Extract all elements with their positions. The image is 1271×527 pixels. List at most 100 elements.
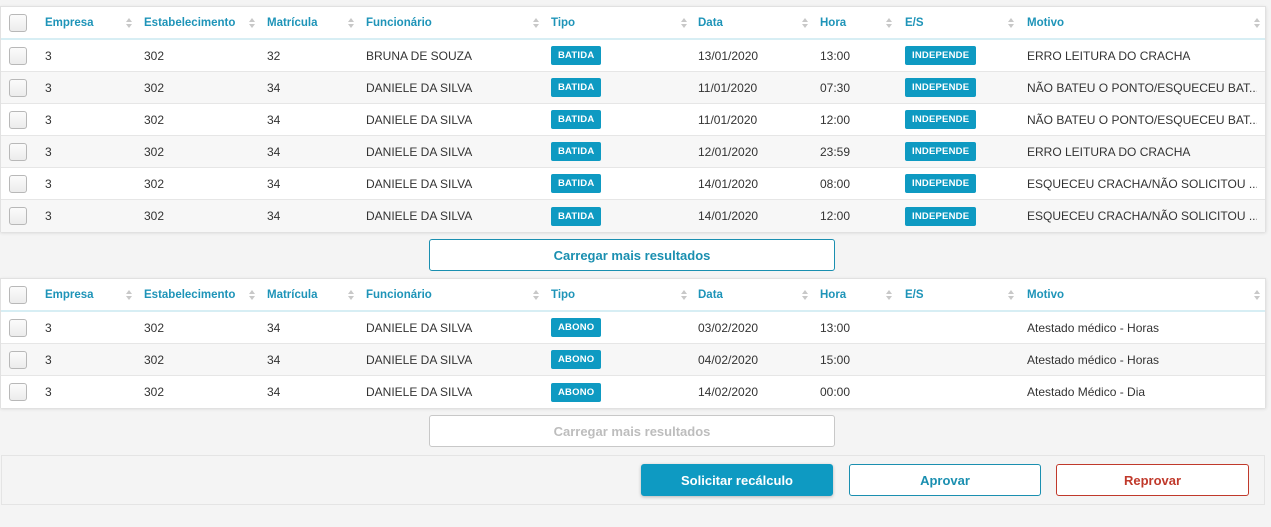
cell-matricula: 34 bbox=[267, 385, 281, 399]
sort-arrows-icon[interactable] bbox=[1252, 279, 1262, 310]
cell-es bbox=[905, 344, 1005, 375]
column-header-estabelecimento[interactable]: Estabelecimento bbox=[144, 7, 244, 38]
cell-hora: 00:00 bbox=[820, 385, 851, 399]
action-bar: Solicitar recálculo Aprovar Reprovar bbox=[1, 455, 1265, 505]
es-badge: INDEPENDE bbox=[905, 174, 977, 193]
cell-data: 03/02/2020 bbox=[698, 320, 759, 335]
table-row[interactable]: 3 302 32 BRUNA DE SOUZA BATIDA 13/01/2020 13:0… bbox=[1, 40, 1265, 72]
column-header-empresa[interactable]: Empresa bbox=[45, 7, 115, 38]
cell-empresa: 3 bbox=[45, 320, 52, 335]
cell-es: INDEPENDE bbox=[905, 40, 1005, 71]
sort-arrows-icon[interactable] bbox=[884, 279, 894, 310]
requests-table-batida: Empresa Estabelecimento Matrícula Funcionár… bbox=[0, 6, 1266, 232]
cell-funcionario: DANIELE DA SILVA bbox=[366, 352, 473, 367]
cell-tipo: BATIDA bbox=[551, 40, 671, 71]
cell-matricula: 34 bbox=[267, 352, 281, 367]
cell-motivo: ERRO LEITURA DO CRACHA bbox=[1027, 48, 1191, 63]
cell-motivo: Atestado médico - Horas bbox=[1027, 320, 1160, 335]
cell-tipo: ABONO bbox=[551, 376, 671, 408]
row-checkbox[interactable] bbox=[9, 174, 27, 193]
table-row[interactable]: 3 302 34 DANIELE DA SILVA BATIDA 12/01/2020 23… bbox=[1, 136, 1265, 168]
column-header-empresa[interactable]: Empresa bbox=[45, 279, 115, 310]
column-header-es[interactable]: E/S bbox=[905, 7, 1005, 38]
sort-arrows-icon[interactable] bbox=[531, 279, 541, 310]
sort-arrows-icon[interactable] bbox=[679, 7, 689, 38]
table-row[interactable]: 3 302 34 DANIELE DA SILVA BATIDA 14/01/2020 12… bbox=[1, 200, 1265, 232]
cell-data: 13/01/2020 bbox=[698, 48, 759, 63]
sort-arrows-icon[interactable] bbox=[346, 279, 356, 310]
cell-empresa: 3 bbox=[45, 112, 52, 127]
table-row[interactable]: 3 302 34 DANIELE DA SILVA ABONO 04/02/2020 15:… bbox=[1, 344, 1265, 376]
cell-hora: 23:59 bbox=[820, 144, 851, 159]
cell-data: 04/02/2020 bbox=[698, 352, 759, 367]
column-header-tipo[interactable]: Tipo bbox=[551, 7, 671, 38]
cell-hora: 12:00 bbox=[820, 209, 851, 223]
row-checkbox[interactable] bbox=[9, 110, 27, 129]
row-checkbox[interactable] bbox=[9, 318, 27, 337]
table-row[interactable]: 3 302 34 DANIELE DA SILVA BATIDA 11/01/2020 12… bbox=[1, 104, 1265, 136]
sort-arrows-icon[interactable] bbox=[1252, 7, 1262, 38]
sort-arrows-icon[interactable] bbox=[247, 7, 257, 38]
column-header-data[interactable]: Data bbox=[698, 7, 798, 38]
cell-motivo: ESQUECEU CRACHA/NÃO SOLICITOU ... bbox=[1027, 176, 1257, 191]
column-header-estabelecimento[interactable]: Estabelecimento bbox=[144, 279, 244, 310]
column-header-funcionario[interactable]: Funcionário bbox=[366, 7, 526, 38]
cell-funcionario: DANIELE DA SILVA bbox=[366, 176, 473, 191]
cell-matricula: 34 bbox=[267, 112, 281, 127]
sort-arrows-icon[interactable] bbox=[346, 7, 356, 38]
sort-arrows-icon[interactable] bbox=[531, 7, 541, 38]
cell-data: 11/01/2020 bbox=[698, 80, 758, 95]
table-row[interactable]: 3 302 34 DANIELE DA SILVA ABONO 03/02/2020 13:… bbox=[1, 312, 1265, 344]
cell-estabelecimento: 302 bbox=[144, 176, 165, 191]
request-recalc-button[interactable]: Solicitar recálculo bbox=[641, 464, 833, 496]
column-header-hora[interactable]: Hora bbox=[820, 279, 890, 310]
select-all-checkbox[interactable] bbox=[9, 285, 27, 304]
sort-arrows-icon[interactable] bbox=[800, 279, 810, 310]
sort-arrows-icon[interactable] bbox=[1006, 7, 1016, 38]
load-more-button[interactable]: Carregar mais resultados bbox=[429, 239, 835, 271]
column-header-motivo[interactable]: Motivo bbox=[1027, 279, 1257, 310]
table-row[interactable]: 3 302 34 DANIELE DA SILVA BATIDA 11/01/2020 07… bbox=[1, 72, 1265, 104]
column-header-hora[interactable]: Hora bbox=[820, 7, 890, 38]
approve-button[interactable]: Aprovar bbox=[849, 464, 1041, 496]
row-checkbox[interactable] bbox=[9, 142, 27, 161]
sort-arrows-icon[interactable] bbox=[247, 279, 257, 310]
column-header-tipo[interactable]: Tipo bbox=[551, 279, 671, 310]
table-row[interactable]: 3 302 34 DANIELE DA SILVA BATIDA 14/01/2020 08… bbox=[1, 168, 1265, 200]
cell-estabelecimento: 302 bbox=[144, 320, 165, 335]
column-header-funcionario[interactable]: Funcionário bbox=[366, 279, 526, 310]
row-checkbox[interactable] bbox=[9, 46, 27, 65]
load-more-button-disabled: Carregar mais resultados bbox=[429, 415, 835, 447]
cell-motivo: ERRO LEITURA DO CRACHA bbox=[1027, 144, 1191, 159]
type-badge: ABONO bbox=[551, 350, 602, 369]
cell-estabelecimento: 302 bbox=[144, 209, 165, 223]
sort-arrows-icon[interactable] bbox=[1006, 279, 1016, 310]
column-header-matricula[interactable]: Matrícula bbox=[267, 279, 347, 310]
cell-estabelecimento: 302 bbox=[144, 48, 165, 63]
reject-button[interactable]: Reprovar bbox=[1056, 464, 1249, 496]
column-header-data[interactable]: Data bbox=[698, 279, 798, 310]
row-checkbox[interactable] bbox=[9, 207, 27, 225]
row-checkbox[interactable] bbox=[9, 78, 27, 97]
cell-empresa: 3 bbox=[45, 48, 52, 63]
sort-arrows-icon[interactable] bbox=[800, 7, 810, 38]
cell-hora: 08:00 bbox=[820, 176, 851, 191]
sort-arrows-icon[interactable] bbox=[124, 279, 134, 310]
table-row[interactable]: 3 302 34 DANIELE DA SILVA ABONO 14/02/2020 00:… bbox=[1, 376, 1265, 408]
column-header-es[interactable]: E/S bbox=[905, 279, 1005, 310]
row-checkbox[interactable] bbox=[9, 350, 27, 369]
column-header-matricula[interactable]: Matrícula bbox=[267, 7, 347, 38]
cell-estabelecimento: 302 bbox=[144, 80, 165, 95]
cell-matricula: 34 bbox=[267, 176, 281, 191]
sort-arrows-icon[interactable] bbox=[884, 7, 894, 38]
cell-estabelecimento: 302 bbox=[144, 385, 165, 399]
select-all-checkbox[interactable] bbox=[9, 13, 27, 32]
cell-empresa: 3 bbox=[45, 80, 52, 95]
cell-tipo: ABONO bbox=[551, 312, 671, 343]
row-checkbox[interactable] bbox=[9, 383, 27, 401]
column-header-motivo[interactable]: Motivo bbox=[1027, 7, 1257, 38]
cell-empresa: 3 bbox=[45, 144, 52, 159]
cell-es bbox=[905, 312, 1005, 343]
sort-arrows-icon[interactable] bbox=[679, 279, 689, 310]
sort-arrows-icon[interactable] bbox=[124, 7, 134, 38]
